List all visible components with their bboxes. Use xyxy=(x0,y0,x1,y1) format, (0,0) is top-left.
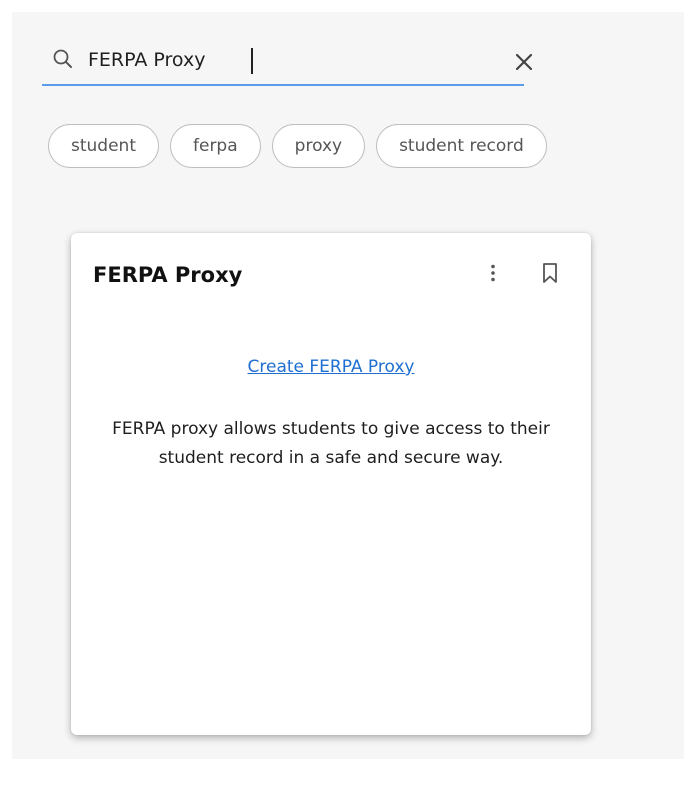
search-icon xyxy=(52,48,74,70)
more-options-button[interactable] xyxy=(481,259,505,287)
bookmark-button[interactable] xyxy=(537,259,563,287)
card-description: FERPA proxy allows students to give acce… xyxy=(112,419,550,468)
create-ferpa-proxy-link[interactable]: Create FERPA Proxy xyxy=(71,357,591,377)
search-bar xyxy=(42,38,533,86)
chip-proxy[interactable]: proxy xyxy=(271,124,366,168)
card-title: FERPA Proxy xyxy=(93,263,243,287)
result-card: FERPA Proxy Create FERPA Proxy FERPA pro… xyxy=(71,233,591,735)
text-caret xyxy=(251,48,253,74)
clear-search-button[interactable] xyxy=(508,46,540,78)
results-panel: student ferpa proxy student record FERPA… xyxy=(12,12,684,759)
chip-student[interactable]: student xyxy=(48,124,159,168)
chip-student-record[interactable]: student record xyxy=(376,124,547,168)
suggestion-chips: student ferpa proxy student record xyxy=(48,124,547,168)
chip-ferpa[interactable]: ferpa xyxy=(170,124,261,168)
close-icon xyxy=(515,53,533,71)
bookmark-icon xyxy=(543,263,557,283)
more-vertical-icon xyxy=(491,264,495,282)
search-input[interactable] xyxy=(88,44,468,76)
